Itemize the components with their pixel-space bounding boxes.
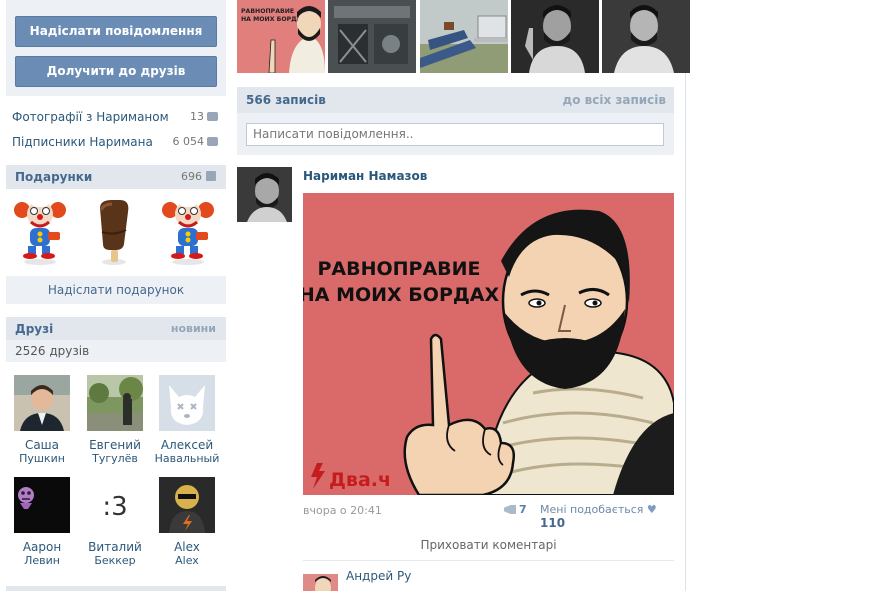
- friend-last-name: Тугулёв: [92, 452, 138, 465]
- profile-main: РАВНОПРАВИЕ НА МОИХ БОРДАХ 566 записів д…: [232, 0, 690, 591]
- svg-text:НА МОИХ БОРДАХ: НА МОИХ БОРДАХ: [241, 16, 306, 23]
- wall-header: 566 записів до всіх записів: [237, 87, 674, 113]
- friend-first-name: Alex: [174, 540, 200, 554]
- wall-posts-count: 566 записів: [246, 93, 326, 107]
- friend-item[interactable]: Евгений Тугулёв: [80, 375, 150, 466]
- post-author-avatar[interactable]: [237, 167, 292, 222]
- add-friend-button[interactable]: Долучити до друзів: [15, 56, 217, 87]
- gift-ice-cream[interactable]: [86, 196, 142, 266]
- photo-thumb[interactable]: [511, 0, 599, 73]
- friend-last-name: Alex: [175, 554, 199, 567]
- gift-clown-2[interactable]: [160, 196, 216, 266]
- friend-first-name: Виталий: [88, 540, 142, 554]
- profile-actions: Надіслати повідомлення Долучити до друзі…: [6, 0, 226, 96]
- post-timestamp[interactable]: вчора о 20:41: [303, 504, 382, 517]
- photo-thumb[interactable]: [420, 0, 508, 73]
- camera-icon: [207, 112, 218, 121]
- followers-count: 6 054: [173, 135, 218, 148]
- post-image-brand: Два.ч: [329, 469, 391, 491]
- friend-avatar-placeholder[interactable]: [159, 375, 215, 431]
- friend-avatar[interactable]: [159, 477, 215, 533]
- megaphone-icon: [504, 505, 516, 514]
- comment-author-avatar[interactable]: [303, 574, 338, 591]
- gifts-count: 696: [181, 170, 216, 183]
- post-image[interactable]: РАВНОПРАВИЕ НА МОИХ БОРДАХ Два.ч: [303, 193, 674, 495]
- friend-first-name: Саша: [24, 438, 60, 452]
- share-button[interactable]: 7: [504, 503, 527, 516]
- friend-avatar[interactable]: [14, 375, 70, 431]
- photo-thumb[interactable]: [602, 0, 690, 73]
- friend-item[interactable]: :3 Виталий Беккер: [80, 477, 150, 568]
- photos-with-label: Фотографії з Нариманом: [12, 110, 169, 124]
- sidebar-divider: [6, 586, 226, 591]
- send-gift-button[interactable]: Надіслати подарунок: [6, 276, 226, 304]
- gifts-header[interactable]: Подарунки 696: [6, 165, 226, 189]
- friend-first-name: Алексей: [160, 438, 214, 452]
- friends-header[interactable]: Друзі новини: [6, 317, 226, 341]
- like-button[interactable]: Мені подобається ♥ 110: [540, 503, 685, 530]
- photos-with-link[interactable]: Фотографії з Нариманом 13: [12, 110, 218, 126]
- wall-post-input[interactable]: Написати повідомлення..: [246, 123, 664, 146]
- friend-first-name: Евгений: [89, 438, 141, 452]
- send-message-button[interactable]: Надіслати повідомлення: [15, 16, 217, 47]
- photos-count: 13: [190, 110, 218, 123]
- photo-thumb[interactable]: [328, 0, 416, 73]
- all-posts-link[interactable]: до всіх записів: [563, 93, 666, 107]
- friend-last-name: Пушкин: [19, 452, 65, 465]
- wall-composer: Написати повідомлення..: [237, 113, 674, 155]
- share-count: 7: [519, 503, 527, 516]
- gifts-title: Подарунки: [15, 170, 93, 184]
- friend-last-name: Беккер: [94, 554, 136, 567]
- friend-avatar[interactable]: [14, 477, 70, 533]
- post-image-caption-1: РАВНОПРАВИЕ: [317, 258, 480, 280]
- friend-last-name: Левин: [24, 554, 60, 567]
- like-label: Мені подобається: [540, 503, 644, 516]
- gift-icon: [206, 171, 216, 181]
- friend-first-name: Аарон: [22, 540, 62, 554]
- gift-clown-1[interactable]: [12, 196, 68, 266]
- friend-last-name: Навальный: [154, 452, 220, 465]
- svg-text:РАВНОПРАВИЕ: РАВНОПРАВИЕ: [241, 8, 294, 15]
- profile-sidebar: Надіслати повідомлення Долучити до друзі…: [0, 0, 232, 591]
- friends-count[interactable]: 2526 друзів: [6, 340, 226, 362]
- heart-icon: ♥: [646, 503, 657, 516]
- post-image-caption-2: НА МОИХ БОРДАХ: [303, 284, 499, 306]
- friend-item[interactable]: Саша Пушкин: [7, 375, 77, 466]
- followers-link[interactable]: Підписники Наримана 6 054: [12, 135, 218, 151]
- photo-thumb[interactable]: РАВНОПРАВИЕ НА МОИХ БОРДАХ: [237, 0, 325, 73]
- like-count: 110: [540, 516, 566, 530]
- followers-label: Підписники Наримана: [12, 135, 153, 149]
- users-icon: [207, 137, 218, 146]
- friend-item[interactable]: Alex Alex: [152, 477, 222, 568]
- comment-author-name[interactable]: Андрей Ру: [346, 569, 411, 583]
- svg-text::3: :3: [102, 492, 127, 522]
- post-author-name[interactable]: Нариман Намазов: [303, 169, 427, 183]
- friends-title: Друзі: [15, 322, 54, 336]
- friend-item[interactable]: Аарон Левин: [7, 477, 77, 568]
- hide-comments-link[interactable]: Приховати коментарі: [303, 531, 674, 561]
- friend-avatar[interactable]: [87, 375, 143, 431]
- friends-news-link[interactable]: новини: [171, 322, 216, 335]
- friend-avatar[interactable]: :3: [87, 477, 143, 533]
- friend-item[interactable]: Алексей Навальный: [152, 375, 222, 466]
